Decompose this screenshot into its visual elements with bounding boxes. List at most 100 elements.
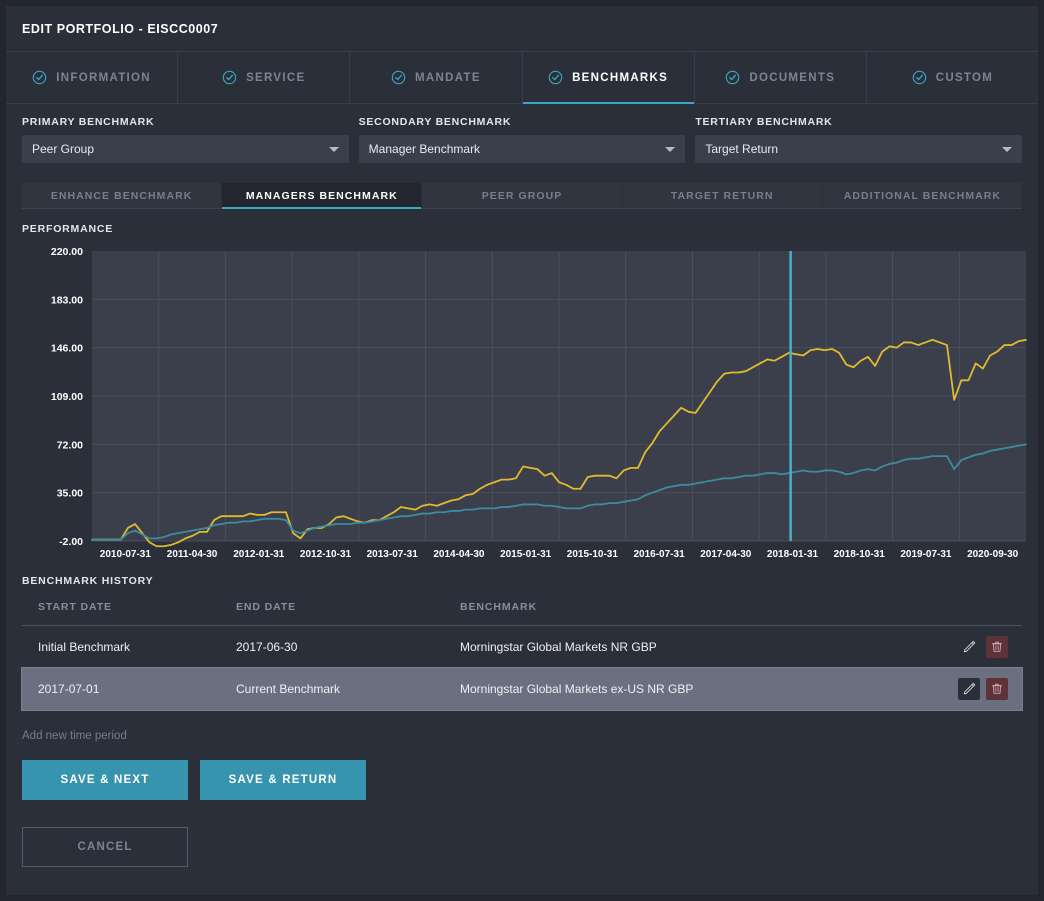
- select-label: PRIMARY BENCHMARK: [22, 116, 155, 128]
- subtab-label: ADDITIONAL BENCHMARK: [843, 189, 1002, 202]
- select-group-1: SECONDARY BENCHMARK Manager Benchmark: [358, 116, 686, 163]
- performance-chart-svg: 220.00 183.00 146.00 109.00 72.00 35.00 -2.00 2…: [51, 246, 1027, 560]
- tab-documents[interactable]: DOCUMENTS: [695, 52, 867, 103]
- y-tick-label: 35.00: [57, 488, 83, 500]
- check-circle-icon: [222, 70, 237, 85]
- x-tick-label: 2012-10-31: [300, 549, 352, 560]
- table-header: START DATE END DATE BENCHMARK: [22, 601, 1022, 626]
- save-and-return-button[interactable]: SAVE & RETURN: [200, 759, 366, 800]
- tab-service[interactable]: SERVICE: [178, 52, 351, 103]
- select-tertiary-benchmark[interactable]: Target Return: [695, 135, 1023, 163]
- column-header-benchmark: BENCHMARK: [460, 601, 902, 626]
- tab-label: MANDATE: [415, 71, 481, 84]
- select-value: Target Return: [705, 142, 779, 156]
- chevron-down-icon: [328, 146, 339, 152]
- check-circle-icon: [726, 70, 740, 85]
- cell-actions: [902, 667, 1022, 710]
- table-row[interactable]: Initial Benchmark 2017-06-30 Morningstar G…: [22, 626, 1022, 668]
- table-header-row: START DATE END DATE BENCHMARK: [22, 601, 1022, 626]
- select-label: TERTIARY BENCHMARK: [695, 116, 833, 128]
- select-group-2: TERTIARY BENCHMARK Target Return: [695, 116, 1023, 163]
- x-tick-label: 2018-01-31: [767, 549, 819, 560]
- cell-start-date: 2017-07-01: [22, 667, 236, 710]
- trash-icon: [992, 683, 1002, 694]
- tab-label: SERVICE: [246, 71, 306, 84]
- x-tick-label: 2020-09-30: [967, 549, 1019, 560]
- column-header-actions: [902, 601, 1022, 626]
- check-circle-icon: [548, 70, 563, 85]
- x-tick-label: 2019-07-31: [900, 549, 952, 560]
- subtab-managers-benchmark[interactable]: MANAGERS BENCHMARK: [222, 183, 423, 209]
- subtab-additional-benchmark[interactable]: ADDITIONAL BENCHMARK: [822, 183, 1023, 208]
- tab-label: DOCUMENTS: [749, 71, 836, 84]
- action-button-row: SAVE & NEXT SAVE & RETURN: [22, 759, 1038, 800]
- check-circle-icon: [912, 70, 926, 85]
- performance-label: PERFORMANCE: [22, 223, 114, 235]
- x-tick-label: 2011-04-30: [167, 549, 218, 560]
- dialog-titlebar: EDIT PORTFOLIO - EISCC0007: [6, 6, 1038, 52]
- save-and-next-button[interactable]: SAVE & NEXT: [22, 759, 188, 800]
- column-header-start-date: START DATE: [22, 601, 236, 626]
- x-tick-label: 2018-10-31: [834, 549, 886, 560]
- tab-mandate[interactable]: MANDATE: [350, 52, 523, 103]
- cancel-button[interactable]: CANCEL: [22, 826, 188, 867]
- page-title: EDIT PORTFOLIO - EISCC0007: [22, 21, 219, 36]
- tab-label: INFORMATION: [56, 71, 151, 84]
- subtab-label: PEER GROUP: [481, 189, 563, 202]
- subtab-label: TARGET RETURN: [670, 189, 774, 202]
- x-tick-label: 2014-04-30: [433, 549, 485, 560]
- x-tick-label: 2017-04-30: [700, 549, 752, 560]
- tab-benchmarks[interactable]: BENCHMARKS: [522, 52, 695, 104]
- chevron-down-icon: [1002, 146, 1013, 152]
- table-body: Initial Benchmark 2017-06-30 Morningstar G…: [21, 626, 1023, 711]
- trash-icon: [992, 642, 1002, 652]
- cell-end-date: 2017-06-30: [236, 639, 298, 654]
- y-tick-label: 109.00: [51, 391, 83, 403]
- check-circle-icon: [33, 70, 47, 85]
- edit-portfolio-dialog: EDIT PORTFOLIO - EISCC0007 INFORMATION SE…: [6, 6, 1038, 895]
- column-header-end-date: END DATE: [236, 601, 460, 626]
- cell-end-date: Current Benchmark: [236, 667, 460, 710]
- cell-start-date: Initial Benchmark: [38, 639, 131, 654]
- benchmark-subtabs: ENHANCE BENCHMARK MANAGERS BENCHMARK PEER …: [22, 183, 1023, 209]
- cell-actions: [902, 626, 1022, 668]
- subtab-peer-group[interactable]: PEER GROUP: [422, 183, 623, 208]
- benchmark-history-table: START DATE END DATE BENCHMARK Initial Be…: [21, 601, 1023, 711]
- tab-custom[interactable]: CUSTOM: [867, 52, 1038, 103]
- chevron-down-icon: [665, 146, 676, 152]
- x-tick-label: 2015-10-31: [567, 549, 619, 560]
- y-tick-label: 183.00: [51, 294, 83, 306]
- subtab-enhance-benchmark[interactable]: ENHANCE BENCHMARK: [22, 183, 223, 208]
- check-circle-icon: [391, 70, 406, 85]
- select-value: Peer Group: [32, 142, 95, 156]
- benchmark-selectors: PRIMARY BENCHMARK Peer Group SECONDARY BEN…: [6, 104, 1038, 163]
- edit-row-button[interactable]: [958, 677, 980, 700]
- y-tick-label: 220.00: [51, 246, 83, 258]
- select-secondary-benchmark[interactable]: Manager Benchmark: [358, 135, 686, 163]
- select-value: Manager Benchmark: [368, 142, 481, 156]
- x-tick-label: 2010-07-31: [100, 549, 152, 560]
- x-tick-label: 2013-07-31: [367, 549, 419, 560]
- select-primary-benchmark[interactable]: Peer Group: [22, 135, 349, 163]
- pencil-icon: [963, 682, 975, 695]
- edit-row-button[interactable]: [958, 635, 980, 658]
- select-label: SECONDARY BENCHMARK: [358, 116, 512, 128]
- subtab-label: ENHANCE BENCHMARK: [50, 189, 193, 202]
- add-new-time-period-link[interactable]: Add new time period: [22, 730, 1038, 742]
- benchmark-history-label: BENCHMARK HISTORY: [22, 575, 154, 587]
- table-row[interactable]: 2017-07-01 Current Benchmark Morningstar G…: [21, 666, 1023, 711]
- tab-information[interactable]: INFORMATION: [6, 52, 179, 103]
- x-tick-label: 2012-01-31: [233, 549, 285, 560]
- y-tick-label: -2.00: [59, 536, 83, 548]
- subtab-label: MANAGERS BENCHMARK: [245, 189, 398, 202]
- tab-label: BENCHMARKS: [572, 71, 669, 84]
- cell-benchmark: Morningstar Global Markets NR GBP: [460, 639, 657, 654]
- subtab-target-return[interactable]: TARGET RETURN: [622, 183, 823, 208]
- x-tick-label: 2016-07-31: [633, 549, 685, 560]
- tab-label: CUSTOM: [935, 71, 994, 84]
- performance-chart: 220.00 183.00 146.00 109.00 72.00 35.00 -2.00 2…: [6, 241, 1038, 571]
- delete-row-button[interactable]: [986, 635, 1008, 658]
- delete-row-button[interactable]: [986, 677, 1008, 700]
- y-tick-label: 72.00: [57, 439, 83, 451]
- select-group-0: PRIMARY BENCHMARK Peer Group: [22, 116, 349, 163]
